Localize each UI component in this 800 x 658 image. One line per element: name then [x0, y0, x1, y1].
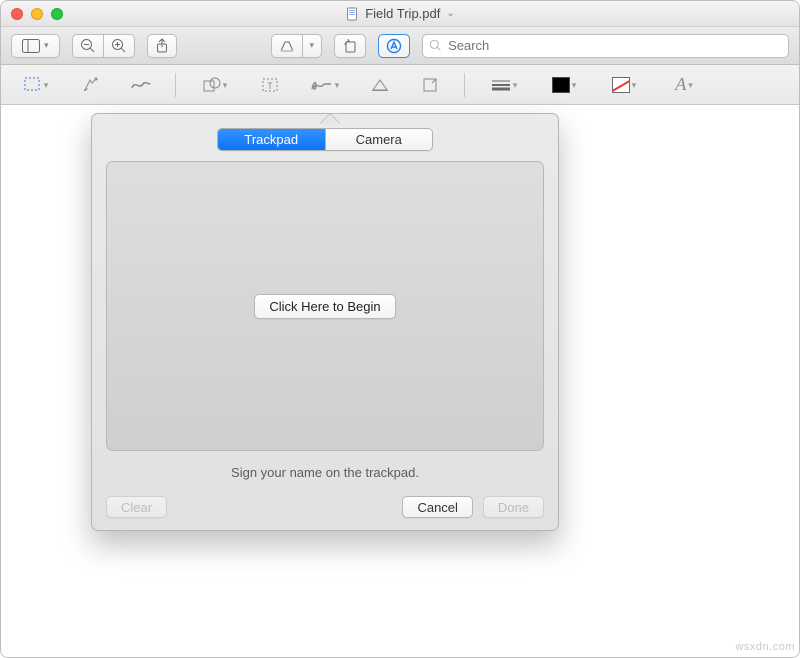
done-button[interactable]: Done — [483, 496, 544, 518]
window-controls — [11, 8, 63, 20]
titlebar: Field Trip.pdf ⌄ — [1, 1, 799, 27]
instant-alpha-button[interactable] — [75, 72, 107, 98]
cancel-button[interactable]: Cancel — [402, 496, 472, 518]
zoom-out-button[interactable] — [72, 34, 104, 58]
search-icon — [429, 39, 442, 52]
preview-window: Field Trip.pdf ⌄ ▾ ▾ — [0, 0, 800, 658]
note-button[interactable] — [364, 72, 396, 98]
chevron-down-icon: ▾ — [572, 80, 577, 91]
sign-button[interactable]: ▾ — [304, 72, 346, 98]
window-title-text: Field Trip.pdf — [365, 6, 440, 21]
zoom-window-button[interactable] — [51, 8, 63, 20]
sketch-button[interactable] — [125, 72, 157, 98]
signature-hint: Sign your name on the trackpad. — [106, 451, 544, 496]
text-style-glyph: A — [675, 74, 686, 95]
share-button[interactable] — [147, 34, 177, 58]
chevron-down-icon: ▾ — [688, 80, 693, 91]
search-field[interactable] — [422, 34, 789, 58]
close-window-button[interactable] — [11, 8, 23, 20]
chevron-down-icon: ▾ — [44, 80, 49, 91]
chevron-down-icon: ▾ — [632, 80, 637, 91]
separator — [175, 73, 176, 97]
zoom-in-button[interactable] — [104, 34, 135, 58]
begin-signature-button[interactable]: Click Here to Begin — [254, 294, 395, 319]
text-style-button[interactable]: A ▾ — [663, 72, 705, 98]
clear-button[interactable]: Clear — [106, 496, 167, 518]
tab-camera[interactable]: Camera — [325, 129, 433, 150]
svg-text:T: T — [267, 81, 273, 91]
shapes-button[interactable]: ▾ — [194, 72, 236, 98]
watermark-text: wsxdn.com — [735, 641, 795, 653]
zoom-group — [72, 34, 135, 58]
highlight-group: ▾ — [271, 34, 323, 58]
sidebar-button[interactable]: ▾ — [11, 34, 60, 58]
title-menu-chevron-icon: ⌄ — [446, 8, 454, 19]
fill-color-button[interactable]: ▾ — [603, 72, 645, 98]
border-color-button[interactable]: ▾ — [543, 72, 585, 98]
highlight-button[interactable] — [271, 34, 303, 58]
color-swatch-icon — [552, 77, 570, 93]
window-title[interactable]: Field Trip.pdf ⌄ — [1, 6, 799, 21]
search-input[interactable] — [448, 38, 782, 53]
markup-toggle-button[interactable] — [378, 34, 410, 58]
shape-style-button[interactable]: ▾ — [483, 72, 525, 98]
signature-pad[interactable]: Click Here to Begin — [106, 161, 544, 451]
separator — [464, 73, 465, 97]
chevron-down-icon: ▾ — [223, 80, 228, 91]
chevron-down-icon: ▾ — [513, 80, 518, 91]
signature-popover: Trackpad Camera Click Here to Begin Sign… — [91, 113, 559, 531]
chevron-down-icon: ▾ — [335, 80, 340, 91]
minimize-window-button[interactable] — [31, 8, 43, 20]
dialog-buttons: Clear Cancel Done — [106, 496, 544, 518]
no-fill-swatch-icon — [612, 77, 630, 93]
text-tool-button[interactable]: T — [254, 72, 286, 98]
rotate-button[interactable] — [334, 34, 366, 58]
tab-trackpad[interactable]: Trackpad — [218, 129, 325, 150]
main-toolbar: ▾ ▾ — [1, 27, 799, 65]
signature-source-tabs: Trackpad Camera — [217, 128, 433, 151]
markup-toolbar: ▾ ▾ T ▾ ▾ ▾ — [1, 65, 799, 105]
chevron-down-icon: ▾ — [44, 40, 49, 51]
crop-button[interactable] — [414, 72, 446, 98]
highlight-menu-button[interactable]: ▾ — [303, 34, 323, 58]
selection-tool-button[interactable]: ▾ — [15, 72, 57, 98]
document-icon — [345, 7, 359, 21]
